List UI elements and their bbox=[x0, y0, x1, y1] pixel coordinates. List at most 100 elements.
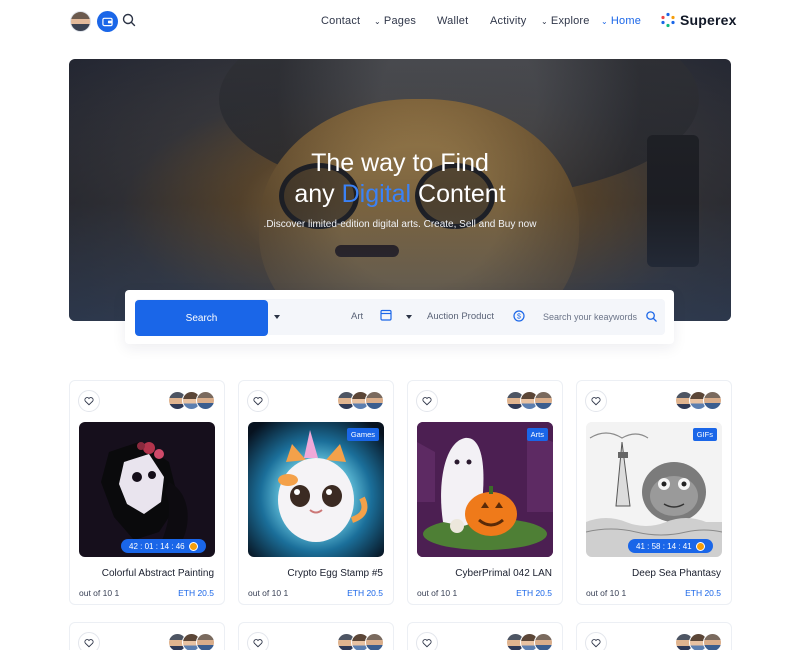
keyword-search-input[interactable]: Search your keaywords bbox=[543, 312, 637, 322]
nft-price: ETH 20.5 bbox=[685, 588, 721, 598]
product-type-select[interactable]: Auction Product bbox=[427, 311, 494, 322]
avatar[interactable] bbox=[703, 633, 722, 650]
category-badge: Arts bbox=[526, 428, 548, 441]
like-button[interactable] bbox=[585, 632, 607, 650]
nft-title[interactable]: Crypto Egg Stamp #5 bbox=[287, 568, 383, 579]
edition-count: out of 10 1 bbox=[586, 588, 627, 598]
nft-card[interactable] bbox=[238, 622, 394, 650]
owner-avatars bbox=[168, 633, 216, 650]
like-button[interactable] bbox=[78, 632, 100, 650]
chevron-down-icon: ⌄ bbox=[541, 17, 548, 26]
heart-icon bbox=[84, 397, 94, 406]
heart-icon bbox=[422, 397, 432, 406]
chevron-down-icon: ⌄ bbox=[601, 17, 608, 26]
nft-price: ETH 20.5 bbox=[516, 588, 552, 598]
nav-contact[interactable]: Contact bbox=[321, 15, 360, 27]
avatar[interactable] bbox=[365, 391, 384, 410]
type-dropdown-caret-icon[interactable] bbox=[406, 315, 412, 319]
nav-pages[interactable]: ⌄ Pages bbox=[374, 15, 416, 27]
search-dropdown-caret-icon[interactable] bbox=[274, 315, 280, 319]
nft-card[interactable]: Games Crypto Egg Stamp #5 out of 10 1 ET… bbox=[238, 380, 394, 605]
search-icon[interactable] bbox=[121, 12, 137, 28]
nft-price: ETH 20.5 bbox=[347, 588, 383, 598]
edition-count: out of 10 1 bbox=[79, 588, 120, 598]
avatar[interactable] bbox=[534, 391, 553, 410]
countdown-text: 41 : 58 : 14 : 41 bbox=[636, 541, 692, 551]
brand-logo[interactable]: Superex bbox=[660, 12, 737, 28]
nft-title[interactable]: Colorful Abstract Painting bbox=[102, 568, 214, 579]
skull-horse-artwork bbox=[101, 442, 188, 547]
category-badge: Games bbox=[346, 428, 379, 441]
owner-avatars bbox=[168, 391, 216, 411]
nft-card[interactable] bbox=[69, 622, 225, 650]
avatar[interactable] bbox=[365, 633, 384, 650]
site-header: Contact ⌄ Pages Wallet Activity ⌄ Explore … bbox=[0, 0, 800, 44]
hero-subtitle: .Discover limited-edition digital arts. … bbox=[263, 219, 537, 230]
avatar[interactable] bbox=[703, 391, 722, 410]
search-button[interactable]: Search bbox=[135, 300, 268, 336]
nav-activity-label: Activity bbox=[490, 15, 527, 27]
brand-name: Superex bbox=[680, 12, 737, 28]
heart-icon bbox=[591, 639, 601, 648]
heart-icon bbox=[84, 639, 94, 648]
nft-image[interactable]: Arts bbox=[417, 422, 553, 557]
hero-title: The way to Find any Digital Content bbox=[0, 148, 800, 210]
heart-icon bbox=[253, 639, 263, 648]
heart-icon bbox=[591, 397, 601, 406]
search-panel: Search Art Auction Product $ Search your… bbox=[125, 290, 674, 344]
search-button-label: Search bbox=[185, 312, 218, 324]
nav-wallet[interactable]: Wallet bbox=[437, 15, 468, 27]
auction-countdown: 42 : 01 : 14 : 46 bbox=[121, 539, 206, 553]
svg-text:$: $ bbox=[517, 314, 521, 321]
search-icon[interactable] bbox=[645, 310, 658, 323]
owner-avatars bbox=[675, 391, 723, 411]
nft-card[interactable]: GIFs 41 : 58 : 14 : 41 Deep Sea Phantasy… bbox=[576, 380, 732, 605]
like-button[interactable] bbox=[247, 632, 269, 650]
nft-title[interactable]: Deep Sea Phantasy bbox=[632, 568, 721, 579]
nft-card[interactable]: 42 : 01 : 14 : 46 Colorful Abstract Pain… bbox=[69, 380, 225, 605]
nav-explore[interactable]: ⌄ Explore bbox=[541, 15, 590, 27]
nav-home[interactable]: ⌄ Home bbox=[601, 15, 641, 27]
category-select[interactable]: Art bbox=[351, 311, 363, 322]
hero-title-prefix: any bbox=[294, 180, 342, 208]
sea-monster-sketch-artwork bbox=[586, 422, 722, 557]
nft-image[interactable]: GIFs 41 : 58 : 14 : 41 bbox=[586, 422, 722, 557]
category-badge: GIFs bbox=[692, 428, 717, 441]
nft-image[interactable]: 42 : 01 : 14 : 46 bbox=[79, 422, 215, 557]
clock-icon bbox=[188, 541, 198, 551]
like-button[interactable] bbox=[416, 632, 438, 650]
avatar[interactable] bbox=[196, 391, 215, 410]
calendar-icon[interactable] bbox=[380, 309, 392, 321]
avatar[interactable] bbox=[534, 633, 553, 650]
heart-icon bbox=[422, 639, 432, 648]
heart-icon bbox=[253, 397, 263, 406]
edition-count: out of 10 1 bbox=[248, 588, 289, 598]
countdown-text: 42 : 01 : 14 : 46 bbox=[129, 541, 185, 551]
like-button[interactable] bbox=[78, 390, 100, 412]
nft-card[interactable] bbox=[407, 622, 563, 650]
nft-title[interactable]: CyberPrimal 042 LAN bbox=[455, 568, 552, 579]
wallet-button[interactable] bbox=[97, 11, 118, 32]
wallet-icon bbox=[102, 17, 113, 27]
nav-wallet-label: Wallet bbox=[437, 15, 469, 27]
like-button[interactable] bbox=[247, 390, 269, 412]
nft-card[interactable] bbox=[576, 622, 732, 650]
like-button[interactable] bbox=[416, 390, 438, 412]
edition-count: out of 10 1 bbox=[417, 588, 458, 598]
logo-icon bbox=[661, 12, 675, 28]
nav-explore-label: Explore bbox=[550, 15, 590, 27]
unicorn-cat-artwork bbox=[278, 430, 368, 542]
nft-card[interactable]: Arts CyberPrimal 042 LAN out of 10 1 ETH… bbox=[407, 380, 563, 605]
owner-avatars bbox=[506, 633, 554, 650]
hero-title-suffix: Content bbox=[411, 180, 506, 208]
owner-avatars bbox=[506, 391, 554, 411]
ghost-pumpkin-artwork bbox=[417, 422, 553, 557]
nav-activity[interactable]: Activity bbox=[490, 15, 526, 27]
nft-image[interactable]: Games bbox=[248, 422, 384, 557]
user-avatar[interactable] bbox=[70, 11, 91, 32]
nav-home-label: Home bbox=[610, 15, 642, 27]
currency-icon[interactable]: $ bbox=[513, 310, 525, 322]
like-button[interactable] bbox=[585, 390, 607, 412]
avatar[interactable] bbox=[196, 633, 215, 650]
hero-title-line2: any Digital Content bbox=[0, 179, 800, 210]
